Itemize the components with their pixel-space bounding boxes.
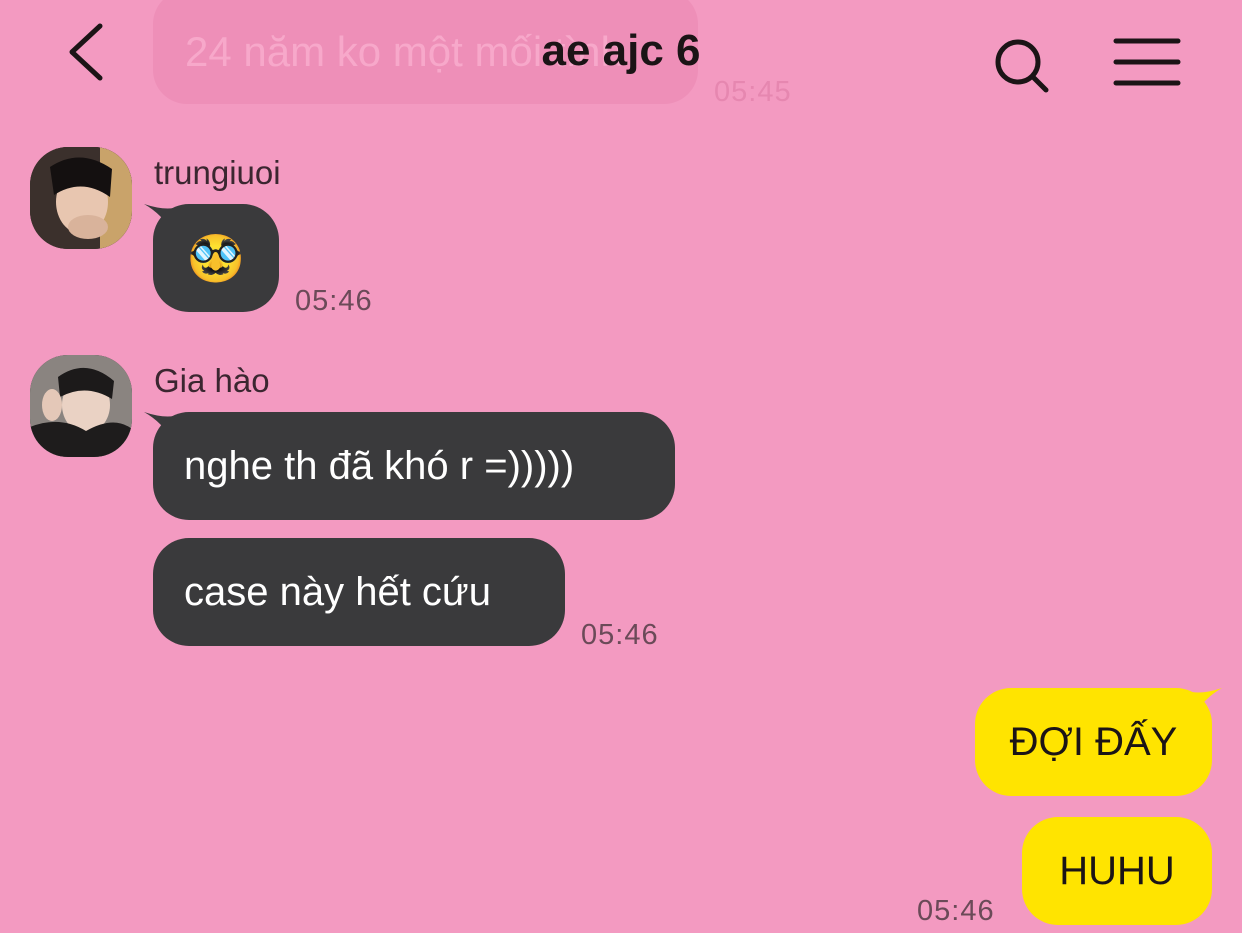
sender-name: trungiuoi [154,154,281,191]
avatar-photo [30,147,132,249]
previous-message-time: 05:45 [714,76,792,108]
message-bubble[interactable]: nghe th đã khó r =))))) [153,412,675,520]
own-message-bubble[interactable]: ĐỢI ĐẤY [975,688,1212,796]
message-time: 05:46 [295,285,373,317]
message-bubble[interactable]: 🥸 [153,204,279,312]
search-button[interactable] [990,34,1054,98]
avatar-photo [30,355,132,457]
avatar-gia-hao[interactable] [30,355,132,457]
menu-icon [1113,38,1181,86]
search-icon [995,39,1049,93]
message-bubble[interactable]: case này hết cứu [153,538,565,646]
menu-button[interactable] [1112,36,1182,88]
avatar-trungiuoi[interactable] [30,147,132,249]
chat-title: ae ajc 6 [541,26,701,75]
own-message-bubble[interactable]: HUHU [1022,817,1212,925]
message-time: 05:46 [581,619,659,651]
sender-name: Gia hào [154,362,270,399]
message-time: 05:46 [917,895,995,927]
